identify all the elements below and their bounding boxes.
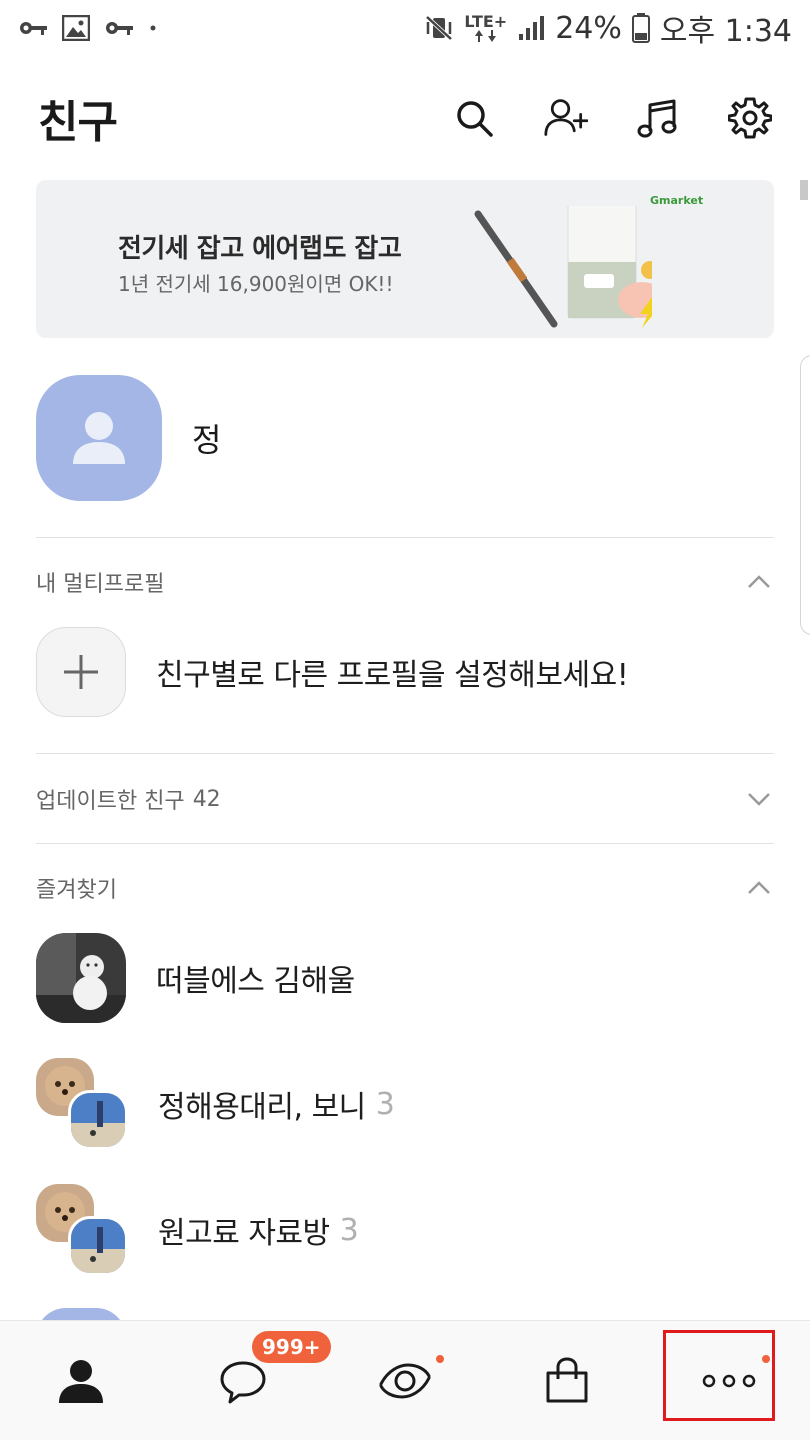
profile-name: 정 [192,421,222,459]
divider [36,843,774,844]
section-label: 업데이트한 친구 [36,789,185,814]
dot-icon [148,23,158,33]
network-type: LTE+ [464,12,508,31]
battery-icon [631,13,650,43]
edge-panel-handle[interactable] [800,355,810,635]
add-friend-icon [544,99,588,136]
ad-banner[interactable]: 전기세 잡고 에어랩도 잡고 1년 전기세 16,900원이면 OK!! Gma… [36,180,774,338]
chevron-up-icon[interactable] [744,873,774,903]
member-count: 3 [375,1086,395,1122]
list-item[interactable]: 떠블에스 김해울 [36,932,774,1024]
section-multi-profile[interactable]: 내 멀티프로필 [36,562,774,602]
music-button[interactable] [636,96,680,140]
nav-shopping[interactable] [486,1321,648,1440]
shopping-icon [546,1356,588,1402]
header: 친구 [0,80,810,156]
nav-friends[interactable] [0,1321,162,1440]
section-updated-friends[interactable]: 업데이트한 친구 42 [36,779,774,819]
key-icon [18,19,48,37]
nav-chats[interactable]: 999+ [162,1321,331,1440]
plus-icon [64,655,98,689]
bottom-nav: 999+ [0,1320,810,1440]
new-dot [762,1355,770,1363]
add-button[interactable] [36,627,126,717]
group-avatar[interactable] [36,1058,128,1150]
banner-subtitle: 1년 전기세 16,900원이면 OK!! [118,272,394,296]
nav-view[interactable] [324,1321,486,1440]
add-friend-button[interactable] [544,96,588,140]
view-icon [379,1362,431,1399]
group-name: 원고료 자료방 [158,1216,330,1251]
search-button[interactable] [452,96,496,140]
banner-title: 전기세 잡고 에어랩도 잡고 [118,234,402,264]
section-label: 내 멀티프로필 [36,572,165,597]
section-count: 42 [192,786,221,812]
image-icon [62,15,90,41]
banner-brand-logo: Gmarket [650,194,704,207]
divider [36,537,774,538]
chevron-down-icon[interactable] [744,784,774,814]
chats-icon [220,1361,266,1403]
settings-button[interactable] [728,96,772,140]
page-title: 친구 [38,97,118,148]
default-avatar-icon [73,412,125,464]
section-label: 즐겨찾기 [36,878,117,903]
group-name: 정해용대리, 보니 [158,1090,366,1125]
more-icon [702,1374,756,1387]
list-item[interactable]: 원고료 자료방 3 [36,1184,774,1276]
lte-signal-icon: LTE+ [464,14,507,42]
search-icon [457,101,493,137]
friend-name: 떠블에스 김해울 [156,964,355,999]
group-avatar[interactable] [36,1184,128,1276]
signal-bars-icon [517,14,545,42]
friends-icon [59,1359,103,1403]
banner-product-image [474,206,652,328]
status-bar: LTE+ 24% 오후 1:34 [0,0,810,56]
new-dot [436,1355,444,1363]
avatar[interactable] [36,375,162,501]
clock: 오후 1:34 [659,14,792,49]
avatar[interactable] [36,933,126,1023]
section-favorites[interactable]: 즐겨찾기 [36,868,774,908]
member-count: 3 [339,1212,359,1248]
chevron-up-icon[interactable] [744,567,774,597]
nav-more[interactable] [648,1321,810,1440]
multi-profile-cta: 친구별로 다른 프로필을 설정해보세요! [156,658,629,693]
music-icon [637,99,677,138]
battery-percent: 24% [555,10,622,46]
mute-vibrate-icon [424,14,454,42]
unread-badge: 999+ [252,1331,331,1363]
add-multi-profile[interactable]: 친구별로 다른 프로필을 설정해보세요! [36,626,774,718]
list-item[interactable]: 정해용대리, 보니 3 [36,1058,774,1150]
divider [36,753,774,754]
key-icon [104,19,134,37]
my-profile[interactable]: 정 [36,374,774,502]
scrollbar-thumb[interactable] [800,180,808,200]
settings-icon [728,97,772,139]
